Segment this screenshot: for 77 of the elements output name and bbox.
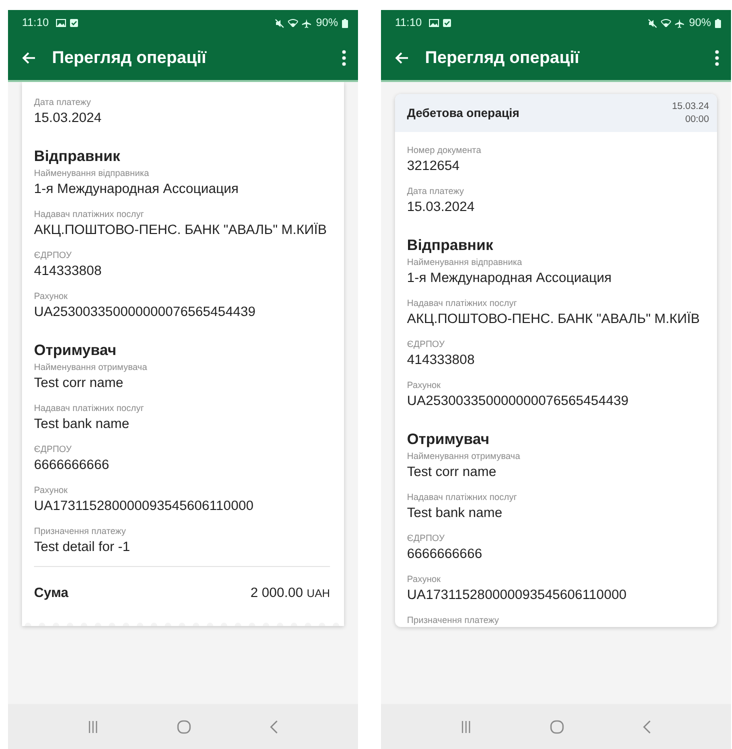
more-menu-icon[interactable] bbox=[715, 50, 719, 66]
field-label: ЄДРПОУ bbox=[407, 532, 446, 545]
field-label: ЄДРПОУ bbox=[34, 443, 73, 456]
field-value: 15.03.2024 bbox=[34, 109, 103, 127]
airplane-icon bbox=[302, 18, 311, 28]
back-icon[interactable] bbox=[270, 720, 278, 734]
field-label: Призначення платежу bbox=[407, 614, 500, 627]
field-value: АКЦ.ПОШТОВО-ПЕНС. БАНК "АВАЛЬ" М.КИЇВ bbox=[34, 221, 328, 239]
field-value: 15.03.2024 bbox=[407, 198, 476, 216]
field-label: ЄДРПОУ bbox=[34, 249, 73, 262]
field-label: Найменування отримувача bbox=[34, 361, 148, 374]
field-label: ЄДРПОУ bbox=[407, 338, 446, 351]
field-value: 1-я Международная Ассоциация bbox=[34, 180, 240, 198]
operation-datetime: 15.03.24 00:00 bbox=[672, 100, 709, 126]
recent-apps-icon[interactable] bbox=[460, 720, 471, 732]
home-icon[interactable] bbox=[550, 720, 564, 734]
checkbox-icon bbox=[70, 19, 78, 27]
battery-level: 90% bbox=[688, 17, 711, 29]
section-title: Відправник bbox=[34, 147, 122, 167]
section-title: Відправник bbox=[407, 236, 494, 256]
field-value: 6666666666 bbox=[407, 545, 484, 563]
wifi-icon bbox=[660, 19, 671, 27]
field-value: UA173115280000093545606110000 bbox=[407, 586, 628, 604]
field-label: Дата платежу bbox=[34, 96, 92, 109]
recent-apps-icon[interactable] bbox=[88, 720, 98, 732]
field-value: UA253003350000000076565454439 bbox=[34, 303, 256, 321]
mute-icon bbox=[648, 18, 657, 28]
field-value: 414333808 bbox=[407, 351, 476, 369]
field-label: Призначення платежу bbox=[34, 525, 127, 538]
battery-level: 90% bbox=[316, 17, 338, 29]
field-label: Надавач платіжних послуг bbox=[34, 402, 145, 415]
battery-icon bbox=[342, 18, 348, 28]
field-label: Рахунок bbox=[34, 290, 69, 303]
more-menu-icon[interactable] bbox=[342, 50, 346, 66]
field-value: UA253003350000000076565454439 bbox=[407, 392, 630, 410]
total-label: Сума bbox=[34, 585, 68, 600]
section-title: Отримувач bbox=[407, 430, 490, 450]
field-value: Test corr name bbox=[34, 374, 124, 392]
field-label: Найменування отримувача bbox=[407, 450, 522, 463]
field-value: Test detail for -1 bbox=[34, 538, 132, 556]
field-label: Надавач платіжних послуг bbox=[407, 297, 518, 310]
back-arrow-icon[interactable] bbox=[22, 52, 36, 64]
back-arrow-icon[interactable] bbox=[395, 52, 409, 64]
field-label: Рахунок bbox=[34, 484, 69, 497]
field-value: 1-я Международная Ассоциация bbox=[407, 269, 613, 287]
field-value: Test bank name bbox=[34, 415, 130, 433]
field-value: Test corr name bbox=[407, 463, 498, 481]
status-time: 11:10 bbox=[22, 17, 49, 29]
status-time: 11:10 bbox=[395, 17, 422, 29]
field-label: Дата платежу bbox=[407, 185, 465, 198]
back-icon[interactable] bbox=[643, 720, 652, 734]
image-icon bbox=[428, 19, 439, 27]
field-label: Надавач платіжних послуг bbox=[407, 491, 518, 504]
checkbox-icon bbox=[442, 19, 451, 27]
field-label: Рахунок bbox=[407, 379, 442, 392]
field-value: 3212654 bbox=[407, 157, 461, 175]
field-label: Найменування відправника bbox=[407, 256, 524, 269]
field-label: Рахунок bbox=[407, 573, 442, 586]
field-value: 414333808 bbox=[34, 262, 103, 280]
screen-title: Перегляд операції bbox=[52, 48, 208, 68]
home-icon[interactable] bbox=[176, 720, 191, 734]
field-label: Номер документа bbox=[407, 144, 482, 157]
battery-icon bbox=[715, 18, 721, 28]
section-title: Отримувач bbox=[34, 341, 118, 361]
field-value: Test bank name bbox=[407, 504, 504, 522]
wifi-icon bbox=[288, 19, 298, 27]
screen-title: Перегляд операції bbox=[425, 48, 581, 68]
field-label: Найменування відправника bbox=[34, 167, 150, 180]
total-amount: 2 000.00 UAH bbox=[250, 585, 330, 600]
mute-icon bbox=[274, 18, 284, 28]
field-value: UA173115280000093545606110000 bbox=[34, 497, 254, 515]
field-value: 6666666666 bbox=[34, 456, 110, 474]
field-value: АКЦ.ПОШТОВО-ПЕНС. БАНК "АВАЛЬ" М.КИЇВ bbox=[407, 310, 701, 328]
airplane-icon bbox=[674, 18, 684, 28]
operation-type: Дебетова операція bbox=[407, 106, 520, 120]
field-label: Надавач платіжних послуг bbox=[34, 208, 145, 221]
image-icon bbox=[56, 19, 66, 27]
